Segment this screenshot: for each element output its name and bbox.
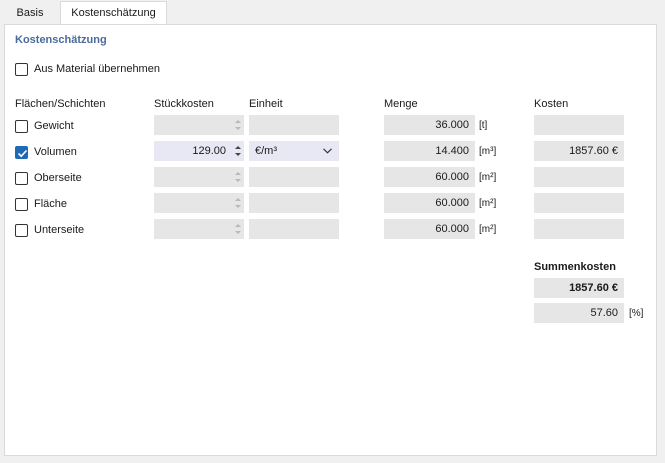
quantity-unit-oberseite: [m²] [479,172,497,183]
checkmark-icon [17,149,28,158]
unit-select-volumen[interactable]: €/m³ [249,141,339,161]
quantity-unit-unterseite: [m²] [479,224,497,235]
spin-up-icon[interactable] [235,146,241,149]
cost-value-flaeche [534,193,624,213]
tab-basis[interactable]: Basis [2,2,58,24]
tab-kostenschaetzung[interactable]: Kostenschätzung [60,1,167,24]
quantity-value-flaeche: 60.000 [384,193,475,213]
section-title: Kostenschätzung [15,34,107,46]
row-label-flaeche: Fläche [34,198,68,210]
summary-total: 1857.60 € [534,278,624,298]
cost-estimation-panel: Kostenschätzung Aus Material übernehmen … [4,24,657,456]
take-from-material-label: Aus Material übernehmen [34,63,160,75]
spin-up-icon [235,172,241,175]
row-checkbox-oberseite[interactable] [15,172,28,185]
spin-up-icon [235,224,241,227]
summary-percent-unit: [%] [629,308,644,319]
chevron-down-icon [323,148,332,154]
header-layers: Flächen/Schichten [15,98,106,110]
unit-select-gewicht [249,115,339,135]
row-checkbox-flaeche[interactable] [15,198,28,211]
cost-value-volumen: 1857.60 € [534,141,624,161]
spin-up-icon [235,198,241,201]
quantity-value-volumen: 14.400 [384,141,475,161]
cost-value-gewicht [534,115,624,135]
summary-percent: 57.60 [534,303,624,323]
row-checkbox-volumen[interactable] [15,146,28,159]
spin-up-icon [235,120,241,123]
spin-down-icon [235,231,241,234]
header-quantity: Menge [384,98,418,110]
tab-bar: Basis Kostenschätzung [0,0,665,24]
quantity-unit-flaeche: [m²] [479,198,497,209]
quantity-value-oberseite: 60.000 [384,167,475,187]
unit-cost-input-gewicht [154,115,244,135]
cost-value-oberseite [534,167,624,187]
row-checkbox-gewicht[interactable] [15,120,28,133]
quantity-unit-volumen: [m³] [479,146,497,157]
row-label-oberseite: Oberseite [34,172,82,184]
quantity-value-unterseite: 60.000 [384,219,475,239]
spin-down-icon[interactable] [235,153,241,156]
spin-down-icon [235,127,241,130]
unit-cost-input-unterseite [154,219,244,239]
row-label-gewicht: Gewicht [34,120,74,132]
spin-down-icon [235,205,241,208]
unit-select-flaeche [249,193,339,213]
spin-down-icon [235,179,241,182]
header-cost: Kosten [534,98,569,110]
cost-value-unterseite [534,219,624,239]
row-label-volumen: Volumen [34,146,77,158]
unit-select-oberseite [249,167,339,187]
take-from-material-checkbox[interactable] [15,63,28,76]
row-checkbox-unterseite[interactable] [15,224,28,237]
quantity-value-gewicht: 36.000 [384,115,475,135]
unit-select-unterseite [249,219,339,239]
unit-cost-input-volumen[interactable]: 129.00 [154,141,244,161]
unit-cost-input-flaeche [154,193,244,213]
header-unit-cost: Stückkosten [154,98,214,110]
unit-cost-input-oberseite [154,167,244,187]
row-label-unterseite: Unterseite [34,224,85,236]
header-unit: Einheit [249,98,283,110]
quantity-unit-gewicht: [t] [479,120,488,131]
summary-title: Summenkosten [534,261,616,273]
